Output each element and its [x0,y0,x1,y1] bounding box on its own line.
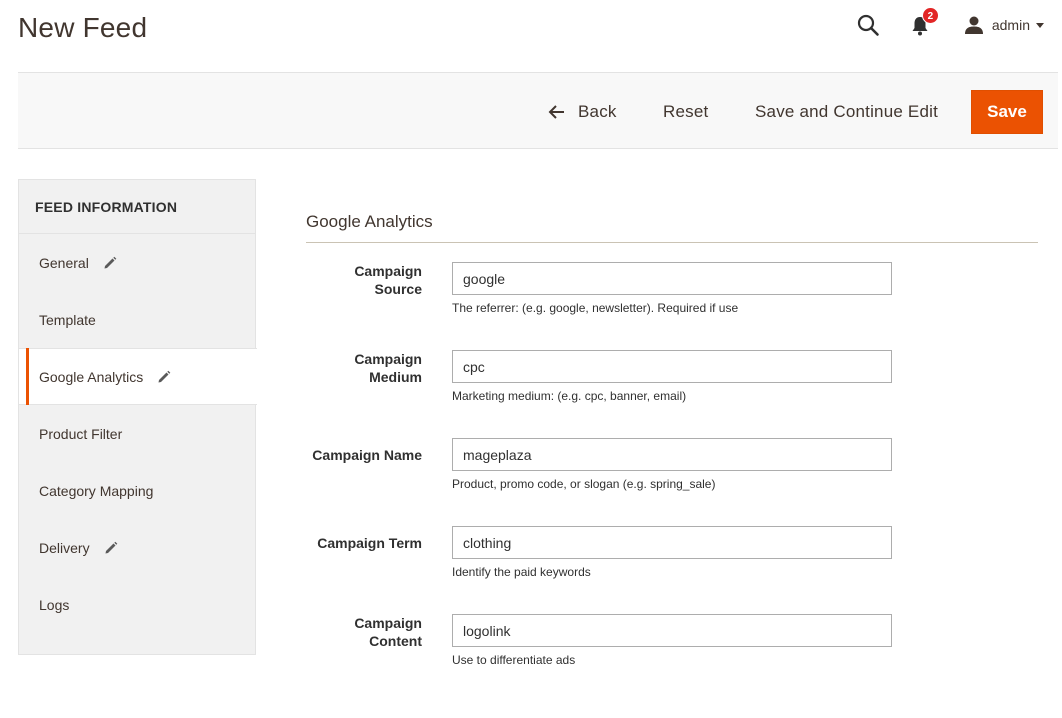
campaign-name-input[interactable] [452,438,892,471]
sidebar-item-label: Logs [39,596,70,613]
campaign-term-input[interactable] [452,526,892,559]
field-label-line: Campaign Term [317,535,422,551]
field-label-line: Campaign [354,351,422,367]
sidebar-item-label: General [39,254,89,271]
pencil-icon [158,370,171,382]
user-icon [964,16,983,34]
pencil-icon [105,541,117,553]
arrow-left-icon [548,105,564,119]
sidebar-item-label: Delivery [39,539,90,556]
notifications-button[interactable]: 2 [910,7,939,37]
field-label-line: Source [374,281,422,297]
sidebar-item-general[interactable]: General [19,234,255,291]
section-title: Google Analytics [306,212,433,231]
campaign-name-label: Campaign Name [262,446,422,464]
field-label-line: Medium [369,369,422,385]
campaign-name-note: Product, promo code, or slogan (e.g. spr… [452,477,716,491]
campaign-term-note: Identify the paid keywords [452,565,591,579]
sidebar-item-category-mapping[interactable]: Category Mapping [19,462,255,519]
page-actions-bar: Back Reset Save and Continue Edit Save [18,72,1058,149]
save-and-continue-button[interactable]: Save and Continue Edit [755,90,938,134]
campaign-content-label: Campaign Content [292,614,422,650]
field-label-line: Campaign [354,263,422,279]
campaign-content-input[interactable] [452,614,892,647]
header-actions: 2 admin [856,7,1044,40]
campaign-source-label: Campaign Source [292,262,422,298]
field-label-line: Campaign [354,615,422,631]
reset-button[interactable]: Reset [663,90,708,134]
campaign-source-note: The referrer: (e.g. google, newsletter).… [452,301,739,315]
search-icon[interactable] [856,13,880,37]
back-button-label: Back [578,102,617,121]
campaign-medium-label: Campaign Medium [292,350,422,386]
user-menu[interactable]: admin [964,15,1044,35]
sidebar-item-label: Template [39,311,96,328]
campaign-medium-input[interactable] [452,350,892,383]
save-button[interactable]: Save [971,90,1043,134]
notification-count-badge: 2 [921,7,939,24]
campaign-medium-note: Marketing medium: (e.g. cpc, banner, ema… [452,389,687,403]
sidebar-item-template[interactable]: Template [19,291,255,348]
sidebar-item-label: Google Analytics [39,368,144,385]
pencil-icon [104,256,117,268]
field-label-line: Content [369,633,422,649]
sidebar-heading: FEED INFORMATION [19,180,255,234]
sidebar-item-logs[interactable]: Logs [19,576,255,633]
section-divider [306,242,1038,243]
page-title: New Feed [18,12,148,43]
back-button[interactable]: Back [548,90,617,134]
user-name: admin [991,17,1030,33]
sidebar-item-google-analytics[interactable]: Google Analytics [19,348,257,405]
chevron-down-icon [1036,22,1044,28]
sidebar: FEED INFORMATION General Template Google… [18,179,257,655]
sidebar-item-delivery[interactable]: Delivery [19,519,255,576]
campaign-content-note: Use to differentiate ads [452,653,576,667]
sidebar-item-label: Product Filter [39,425,123,442]
campaign-term-label: Campaign Term [262,534,422,552]
sidebar-item-product-filter[interactable]: Product Filter [19,405,255,462]
field-label-line: Campaign Name [312,447,422,463]
campaign-source-input[interactable] [452,262,892,295]
sidebar-item-label: Category Mapping [39,482,154,499]
